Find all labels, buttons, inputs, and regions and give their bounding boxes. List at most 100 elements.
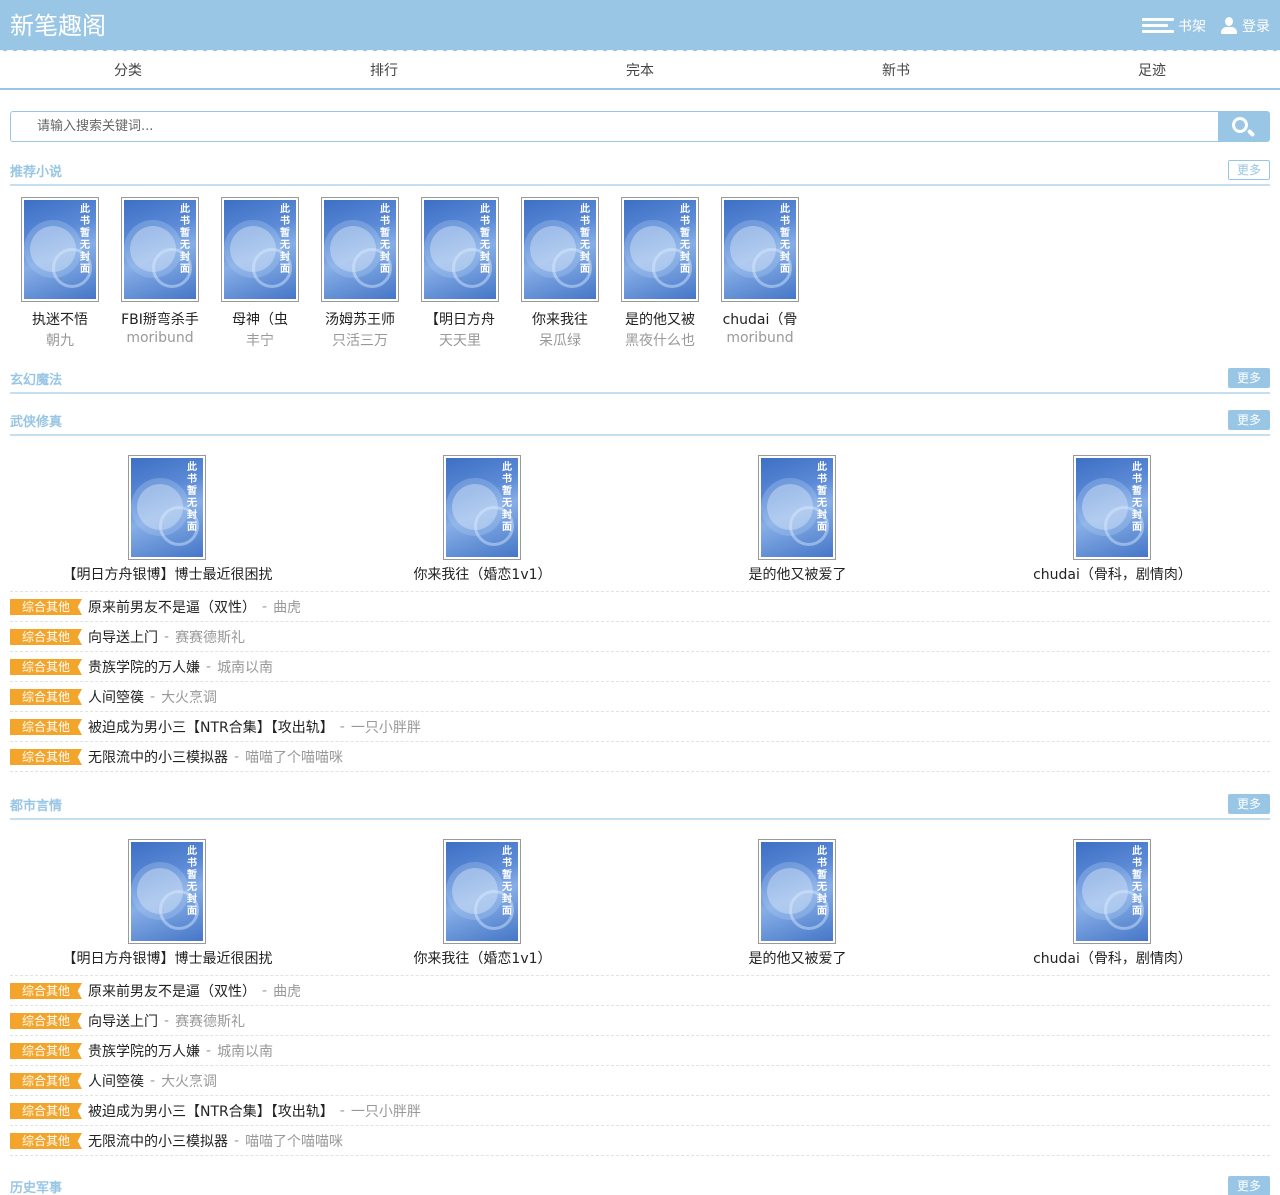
- more-button[interactable]: 更多: [1227, 410, 1270, 430]
- book-cover[interactable]: 此书暂无封面: [321, 197, 399, 302]
- list-item[interactable]: 综合其他 被迫成为男小三【NTR合集】【攻出轨】 - 一只小胖胖: [10, 712, 1270, 742]
- list-item-author[interactable]: 城南以南: [217, 1041, 273, 1061]
- featured-book-title[interactable]: 【明日方舟银博】博士最近很困扰: [10, 564, 325, 584]
- book-cover[interactable]: 此书暂无封面: [1073, 839, 1151, 944]
- nav-completed[interactable]: 完本: [512, 54, 768, 88]
- category-tag[interactable]: 综合其他: [10, 1073, 82, 1089]
- list-item[interactable]: 综合其他 原来前男友不是逼（双性） - 曲虎: [10, 976, 1270, 1006]
- list-item-author[interactable]: 大火烹调: [161, 1071, 217, 1091]
- list-item[interactable]: 综合其他 向导送上门 - 赛赛德斯礼: [10, 1006, 1270, 1036]
- list-item-author[interactable]: 喵喵了个喵喵咪: [245, 1131, 343, 1151]
- login-link[interactable]: 登录: [1220, 16, 1270, 36]
- site-title[interactable]: 新笔趣阁: [10, 10, 106, 42]
- category-tag[interactable]: 综合其他: [10, 659, 82, 675]
- list-item-author[interactable]: 一只小胖胖: [351, 717, 421, 737]
- more-button[interactable]: 更多: [1227, 160, 1270, 180]
- book-cover[interactable]: 此书暂无封面: [21, 197, 99, 302]
- featured-book-title[interactable]: 【明日方舟银博】博士最近很困扰: [10, 948, 325, 968]
- book-title[interactable]: chudai（骨: [710, 309, 810, 329]
- list-item[interactable]: 综合其他 无限流中的小三模拟器 - 喵喵了个喵喵咪: [10, 742, 1270, 772]
- featured-book-title[interactable]: chudai（骨科，剧情肉）: [955, 564, 1270, 584]
- list-item-author[interactable]: 赛赛德斯礼: [175, 627, 245, 647]
- category-tag[interactable]: 综合其他: [10, 749, 82, 765]
- list-item[interactable]: 综合其他 原来前男友不是逼（双性） - 曲虎: [10, 592, 1270, 622]
- book-cover[interactable]: 此书暂无封面: [443, 455, 521, 560]
- book-title[interactable]: 是的他又被: [610, 309, 710, 329]
- category-tag[interactable]: 综合其他: [10, 599, 82, 615]
- book-cover[interactable]: 此书暂无封面: [721, 197, 799, 302]
- book-title[interactable]: 你来我往: [510, 309, 610, 329]
- more-button[interactable]: 更多: [1227, 368, 1270, 388]
- book-author[interactable]: 朝九: [10, 330, 110, 350]
- book-title[interactable]: 【明日方舟: [410, 309, 510, 329]
- list-item-title[interactable]: 无限流中的小三模拟器: [88, 1131, 228, 1151]
- list-item-author[interactable]: 大火烹调: [161, 687, 217, 707]
- book-cover[interactable]: 此书暂无封面: [128, 839, 206, 944]
- section-title[interactable]: 武侠修真: [10, 411, 62, 430]
- list-item-author[interactable]: 赛赛德斯礼: [175, 1011, 245, 1031]
- featured-book-title[interactable]: 是的他又被爱了: [640, 564, 955, 584]
- book-cover[interactable]: 此书暂无封面: [1073, 455, 1151, 560]
- section-title[interactable]: 历史军事: [10, 1177, 62, 1195]
- category-tag[interactable]: 综合其他: [10, 1133, 82, 1149]
- list-item-title[interactable]: 原来前男友不是逼（双性）: [88, 597, 256, 617]
- nav-new-books[interactable]: 新书: [768, 54, 1024, 88]
- featured-book-title[interactable]: 你来我往（婚恋1v1）: [325, 948, 640, 968]
- book-author[interactable]: moribund: [110, 330, 210, 346]
- book-author[interactable]: 天天里: [410, 330, 510, 350]
- book-cover[interactable]: 此书暂无封面: [221, 197, 299, 302]
- list-item-title[interactable]: 贵族学院的万人嫌: [88, 1041, 200, 1061]
- list-item[interactable]: 综合其他 无限流中的小三模拟器 - 喵喵了个喵喵咪: [10, 1126, 1270, 1156]
- bookshelf-link[interactable]: 书架: [1142, 16, 1206, 36]
- book-title[interactable]: FBI掰弯杀手: [110, 309, 210, 329]
- list-item-title[interactable]: 向导送上门: [88, 1011, 158, 1031]
- nav-ranking[interactable]: 排行: [256, 54, 512, 88]
- featured-book-title[interactable]: 是的他又被爱了: [640, 948, 955, 968]
- book-cover[interactable]: 此书暂无封面: [758, 839, 836, 944]
- featured-book-title[interactable]: chudai（骨科，剧情肉）: [955, 948, 1270, 968]
- book-title[interactable]: 执迷不悟: [10, 309, 110, 329]
- list-item[interactable]: 综合其他 贵族学院的万人嫌 - 城南以南: [10, 1036, 1270, 1066]
- section-title[interactable]: 推荐小说: [10, 161, 62, 180]
- category-tag[interactable]: 综合其他: [10, 1043, 82, 1059]
- category-tag[interactable]: 综合其他: [10, 689, 82, 705]
- featured-book-title[interactable]: 你来我往（婚恋1v1）: [325, 564, 640, 584]
- more-button[interactable]: 更多: [1227, 1176, 1270, 1195]
- book-cover[interactable]: 此书暂无封面: [443, 839, 521, 944]
- list-item-author[interactable]: 曲虎: [273, 981, 301, 1001]
- list-item-title[interactable]: 被迫成为男小三【NTR合集】【攻出轨】: [88, 1101, 334, 1121]
- list-item[interactable]: 综合其他 人间箜篌 - 大火烹调: [10, 1066, 1270, 1096]
- list-item-title[interactable]: 人间箜篌: [88, 687, 144, 707]
- list-item-title[interactable]: 无限流中的小三模拟器: [88, 747, 228, 767]
- nav-category[interactable]: 分类: [0, 54, 256, 88]
- book-title[interactable]: 汤姆苏王师: [310, 309, 410, 329]
- book-author[interactable]: 黑夜什么也: [610, 330, 710, 350]
- book-cover[interactable]: 此书暂无封面: [758, 455, 836, 560]
- list-item-title[interactable]: 被迫成为男小三【NTR合集】【攻出轨】: [88, 717, 334, 737]
- category-tag[interactable]: 综合其他: [10, 1103, 82, 1119]
- book-author[interactable]: 呆瓜绿: [510, 330, 610, 350]
- list-item[interactable]: 综合其他 向导送上门 - 赛赛德斯礼: [10, 622, 1270, 652]
- list-item-title[interactable]: 贵族学院的万人嫌: [88, 657, 200, 677]
- search-button[interactable]: [1218, 112, 1269, 141]
- category-tag[interactable]: 综合其他: [10, 719, 82, 735]
- list-item-author[interactable]: 曲虎: [273, 597, 301, 617]
- category-tag[interactable]: 综合其他: [10, 629, 82, 645]
- book-author[interactable]: 丰宁: [210, 330, 310, 350]
- book-cover[interactable]: 此书暂无封面: [621, 197, 699, 302]
- list-item[interactable]: 综合其他 被迫成为男小三【NTR合集】【攻出轨】 - 一只小胖胖: [10, 1096, 1270, 1126]
- category-tag[interactable]: 综合其他: [10, 983, 82, 999]
- search-input[interactable]: [11, 112, 1218, 141]
- list-item[interactable]: 综合其他 人间箜篌 - 大火烹调: [10, 682, 1270, 712]
- list-item-author[interactable]: 一只小胖胖: [351, 1101, 421, 1121]
- list-item-author[interactable]: 喵喵了个喵喵咪: [245, 747, 343, 767]
- section-title[interactable]: 玄幻魔法: [10, 369, 62, 388]
- list-item-title[interactable]: 人间箜篌: [88, 1071, 144, 1091]
- book-cover[interactable]: 此书暂无封面: [121, 197, 199, 302]
- list-item[interactable]: 综合其他 贵族学院的万人嫌 - 城南以南: [10, 652, 1270, 682]
- more-button[interactable]: 更多: [1227, 794, 1270, 814]
- book-cover[interactable]: 此书暂无封面: [521, 197, 599, 302]
- book-cover[interactable]: 此书暂无封面: [421, 197, 499, 302]
- book-cover[interactable]: 此书暂无封面: [128, 455, 206, 560]
- list-item-title[interactable]: 向导送上门: [88, 627, 158, 647]
